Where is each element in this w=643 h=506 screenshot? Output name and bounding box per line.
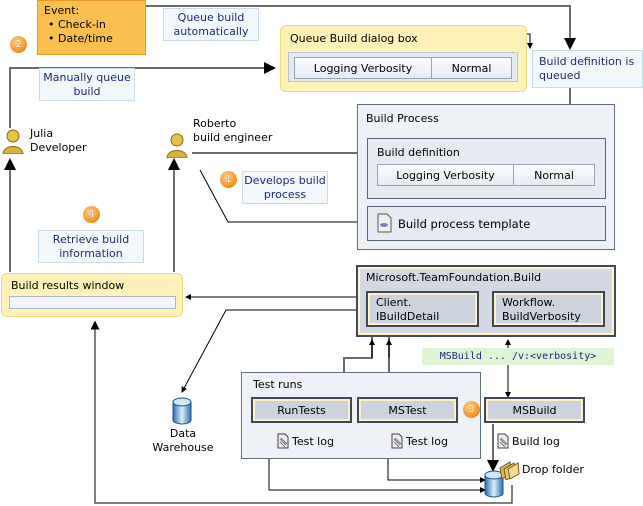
step-badge-1: 1: [220, 171, 237, 188]
step-badge-3: 3: [463, 401, 480, 418]
data-warehouse-label: Data Warehouse: [152, 427, 214, 454]
event-title: Event:: [44, 4, 80, 17]
step-badge-4: 4: [83, 206, 100, 223]
queue-verbosity-field[interactable]: Logging Verbosity Normal: [294, 57, 512, 79]
build-results-window: Build results window: [1, 273, 183, 317]
person-icon-julia: [2, 129, 24, 154]
verbosity-key: Logging Verbosity: [378, 165, 514, 185]
test-log-icon: [277, 433, 289, 449]
julia-label: Julia Developer: [30, 127, 87, 154]
build-definition-title: Build definition: [377, 146, 460, 159]
step-badge-2: 2: [10, 36, 27, 53]
msbuild-command: MSBuild ... /v:<verbosity>: [422, 348, 614, 365]
test-log-icon: [391, 433, 403, 449]
event-item: • Date/time: [48, 32, 113, 45]
event-item: • Check-in: [48, 18, 106, 31]
queue-dialog-title: Queue Build dialog box: [290, 32, 418, 45]
note-queue-automatically: Queue build automatically: [163, 8, 259, 41]
queue-build-dialog: Queue Build dialog box Logging Verbosity…: [280, 25, 527, 92]
build-process-template-panel[interactable]: Build process template: [367, 206, 606, 241]
test-runs-title: Test runs: [253, 378, 303, 391]
build-log-label: Build log: [512, 435, 560, 448]
results-window-title: Build results window: [11, 279, 125, 292]
results-field[interactable]: [9, 296, 176, 309]
tfs-build-title: Microsoft.TeamFoundation.Build: [366, 271, 542, 284]
build-process-panel: Build Process Build definition Logging V…: [357, 104, 615, 250]
folder-stack-icon: [499, 461, 520, 480]
data-warehouse-icon: [172, 397, 192, 425]
tfs-build-panel: Microsoft.TeamFoundation.Build Client. IB…: [356, 265, 616, 337]
drop-folder-label: Drop folder: [522, 463, 584, 476]
template-file-icon: [377, 213, 392, 233]
client-ibuilddetail[interactable]: Client. IBuildDetail: [366, 291, 479, 327]
mstest-step[interactable]: MSTest: [357, 397, 458, 423]
mstest-log-label: Test log: [406, 435, 448, 448]
build-log-icon: [497, 433, 509, 449]
runtests-log-label: Test log: [292, 435, 334, 448]
msbuild-step[interactable]: MSBuild: [484, 397, 585, 423]
build-definition-panel: Build definition Logging Verbosity Norma…: [367, 138, 606, 199]
note-manually-queue: Manually queue build: [39, 68, 135, 101]
verbosity-value[interactable]: Normal: [432, 58, 511, 78]
verbosity-value[interactable]: Normal: [514, 165, 594, 185]
definition-queued-text: Build definition is queued: [539, 55, 635, 82]
runtests-step[interactable]: RunTests: [251, 397, 352, 423]
person-icon-roberto: [166, 133, 188, 158]
event-box: Event: • Check-in • Date/time: [37, 0, 146, 55]
definition-verbosity-field[interactable]: Logging Verbosity Normal: [377, 164, 595, 186]
note-definition-queued: Build definition is queued: [532, 50, 643, 88]
verbosity-key: Logging Verbosity: [295, 58, 432, 78]
workflow-buildverbosity[interactable]: Workflow. BuildVerbosity: [492, 291, 605, 327]
template-label: Build process template: [398, 217, 531, 231]
build-process-title: Build Process: [366, 112, 439, 125]
note-retrieve-build-info: Retrieve build information: [38, 230, 144, 263]
note-develops-build-process: Develops build process: [242, 171, 328, 204]
roberto-label: Roberto build engineer: [193, 117, 273, 144]
